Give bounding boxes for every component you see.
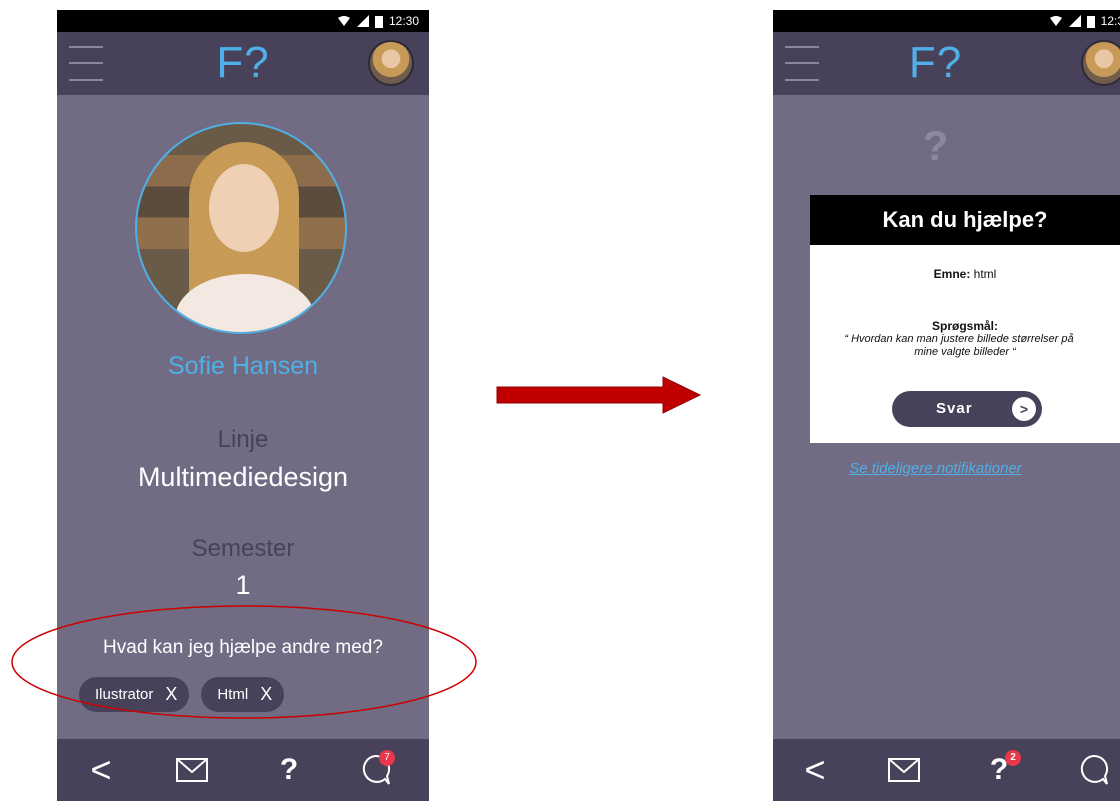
battery-icon [374, 15, 383, 28]
card-title: Kan du hjælpe? [810, 195, 1120, 245]
help-badge: 2 [1005, 750, 1021, 766]
battery-icon [1086, 15, 1095, 28]
bottom-nav: < ? 7 [57, 739, 429, 801]
app-header: F? [57, 32, 429, 95]
wifi-icon [337, 16, 350, 26]
chat-icon [1080, 754, 1109, 785]
help-button[interactable]: ? [267, 748, 311, 792]
line-value: Multimediedesign [137, 462, 349, 492]
topic-value: html [973, 267, 997, 281]
chat-badge: 7 [379, 750, 395, 766]
app-header: F? [773, 32, 1120, 95]
topic-label: Emne: [933, 267, 971, 281]
signal-icon [1068, 15, 1081, 27]
answer-label: Svar [936, 400, 973, 417]
back-icon: < [90, 749, 112, 790]
transition-arrow-icon [496, 376, 702, 414]
question-text-line-2: mine valgte billeder “ [914, 346, 1016, 358]
chat-button[interactable]: 7 [353, 748, 397, 792]
status-bar: 12:30 [57, 10, 429, 32]
app-logo: F? [908, 38, 963, 87]
profile-name: Sofie Hansen [167, 352, 319, 380]
mail-icon [176, 758, 208, 782]
messages-button[interactable] [882, 748, 926, 792]
see-previous-link[interactable]: Se tideligere notifikationer [773, 460, 1098, 477]
wifi-icon [1049, 16, 1062, 26]
topic: Emne: html [810, 267, 1120, 281]
back-button[interactable]: < [793, 748, 837, 792]
back-icon: < [804, 749, 826, 790]
back-button[interactable]: < [79, 748, 123, 792]
question-icon: ? [279, 753, 299, 786]
status-time: 12:30 [388, 14, 419, 28]
status-time: 12:3 [1100, 14, 1120, 28]
question-label: Sprøgsmål: [931, 319, 998, 333]
avatar[interactable] [368, 40, 414, 86]
question-text-line-1: “ Hvordan kan man justere billede større… [844, 333, 1074, 345]
semester-label: Semester [191, 535, 295, 562]
chat-button[interactable] [1071, 748, 1115, 792]
question-mark-icon: ? [922, 122, 949, 169]
answer-button[interactable]: Svar > [892, 391, 1042, 427]
semester-value: 1 [235, 570, 251, 600]
signal-icon [356, 15, 369, 27]
mail-icon [888, 758, 920, 782]
bottom-nav: < ? 2 [773, 739, 1120, 801]
highlight-ellipse [11, 605, 477, 719]
status-bar: 12:3 [773, 10, 1120, 32]
help-button[interactable]: ? 2 [977, 748, 1021, 792]
profile-photo [135, 122, 347, 334]
chevron-right-icon: > [1012, 397, 1036, 421]
avatar[interactable] [1081, 40, 1120, 86]
messages-button[interactable] [170, 748, 214, 792]
help-request-card: Kan du hjælpe? Emne: html Sprøgsmål: “ H… [810, 195, 1120, 443]
line-label: Linje [217, 426, 269, 453]
notification-screen: 12:3 F? ? Kan du hjælpe? Emne: html Sprø… [773, 10, 1120, 801]
